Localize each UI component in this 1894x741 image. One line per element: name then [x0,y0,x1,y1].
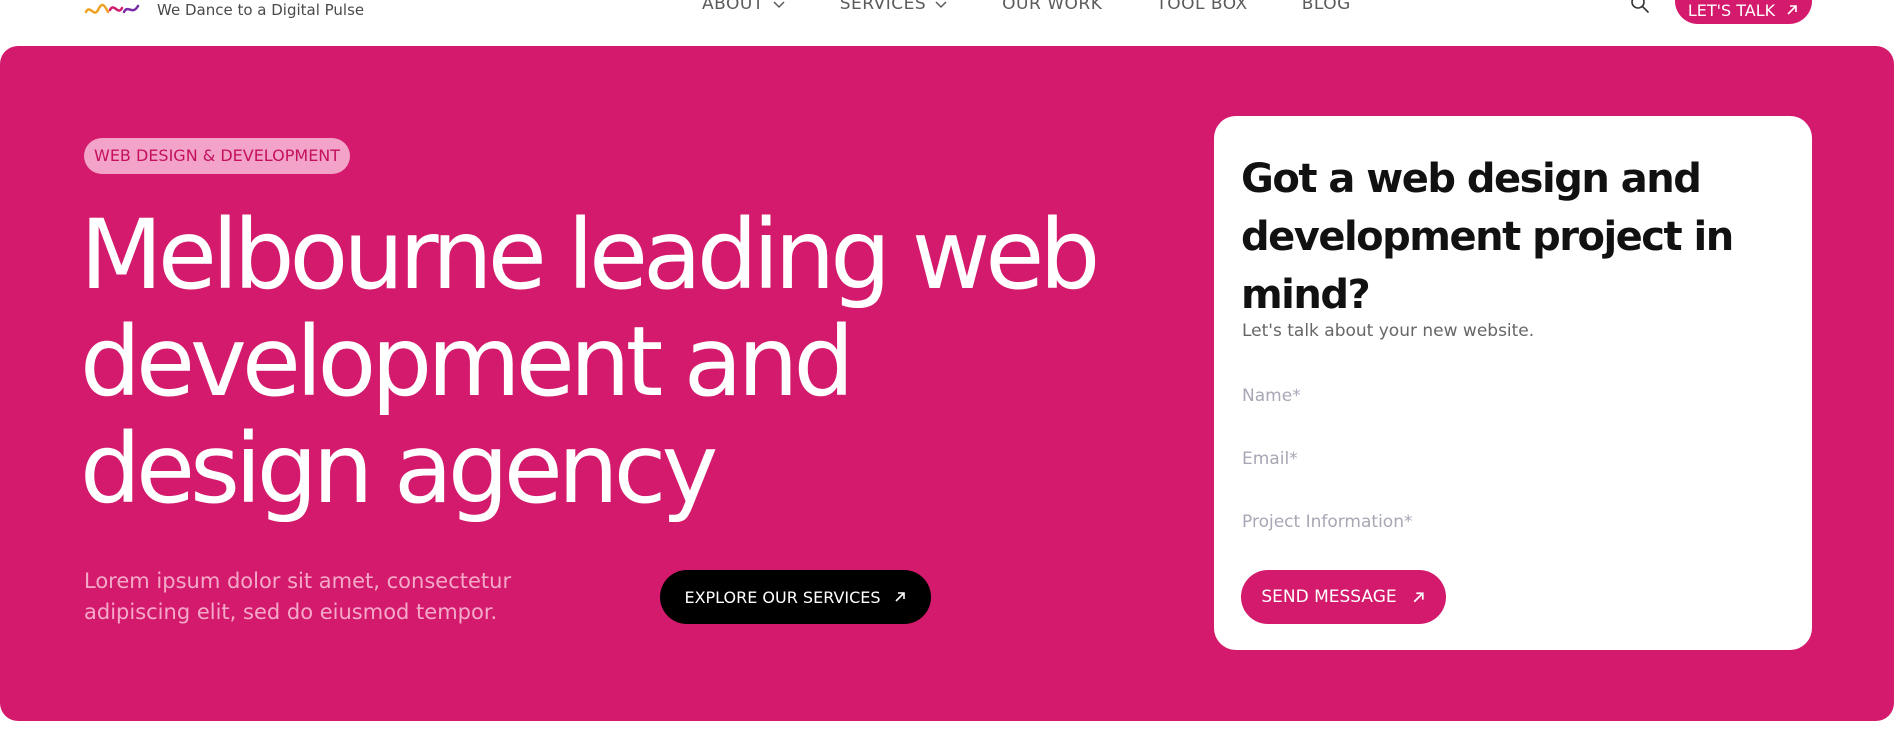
chevron-down-icon [773,1,785,9]
arrow-up-right-icon [1413,591,1424,602]
lets-talk-button[interactable]: LET'S TALK [1675,0,1812,24]
search-button[interactable] [1628,0,1652,16]
hero-section: WEB DESIGN & DEVELOPMENT Melbourne leadi… [0,46,1894,721]
nav-item-tool-box[interactable]: TOOL BOX [1156,0,1247,14]
nav-item-label: TOOL BOX [1156,0,1248,14]
project-information-field[interactable] [1242,504,1782,540]
email-field[interactable] [1242,441,1782,477]
nav-item-label: ABOUT [702,0,764,14]
explore-services-label: EXPLORE OUR SERVICES [684,587,881,607]
arrow-up-right-icon [894,592,905,602]
brand-tagline: We Dance to a Digital Pulse [157,1,365,19]
hero-headline: Melbourne leading web development and de… [80,199,1100,525]
service-badge: WEB DESIGN & DEVELOPMENT [84,138,351,174]
nav-item-label: OUR WORK [1002,0,1103,14]
brand-logo-icon[interactable] [84,0,140,20]
site-header: We Dance to a Digital Pulse ABOUT SERVIC… [0,0,1894,46]
nav-item-label: BLOG [1301,0,1351,14]
explore-services-button[interactable]: EXPLORE OUR SERVICES [660,570,931,624]
contact-form-card: Got a web design and development project… [1214,116,1812,650]
name-field[interactable] [1242,378,1782,414]
nav-item-services[interactable]: SERVICES [840,0,948,14]
nav-item-about[interactable]: ABOUT [702,0,786,14]
arrow-up-right-icon [1787,5,1797,15]
form-title: Got a web design and development project… [1241,156,1734,318]
nav-item-our-work[interactable]: OUR WORK [1002,0,1102,14]
lets-talk-label: LET'S TALK [1687,0,1776,20]
send-message-button[interactable]: SEND MESSAGE [1241,570,1446,624]
send-message-label: SEND MESSAGE [1261,587,1397,607]
chevron-down-icon [935,1,947,9]
form-subtitle: Let's talk about your new website. [1242,321,1535,341]
hero-lead-text: Lorem ipsum dolor sit amet, consectetur … [84,569,512,624]
nav-item-blog[interactable]: BLOG [1302,0,1351,14]
search-icon [1631,0,1649,13]
nav-item-label: SERVICES [839,0,927,14]
main-nav: ABOUT SERVICES OUR WORK TOOL BOX BLOG [702,0,1405,14]
